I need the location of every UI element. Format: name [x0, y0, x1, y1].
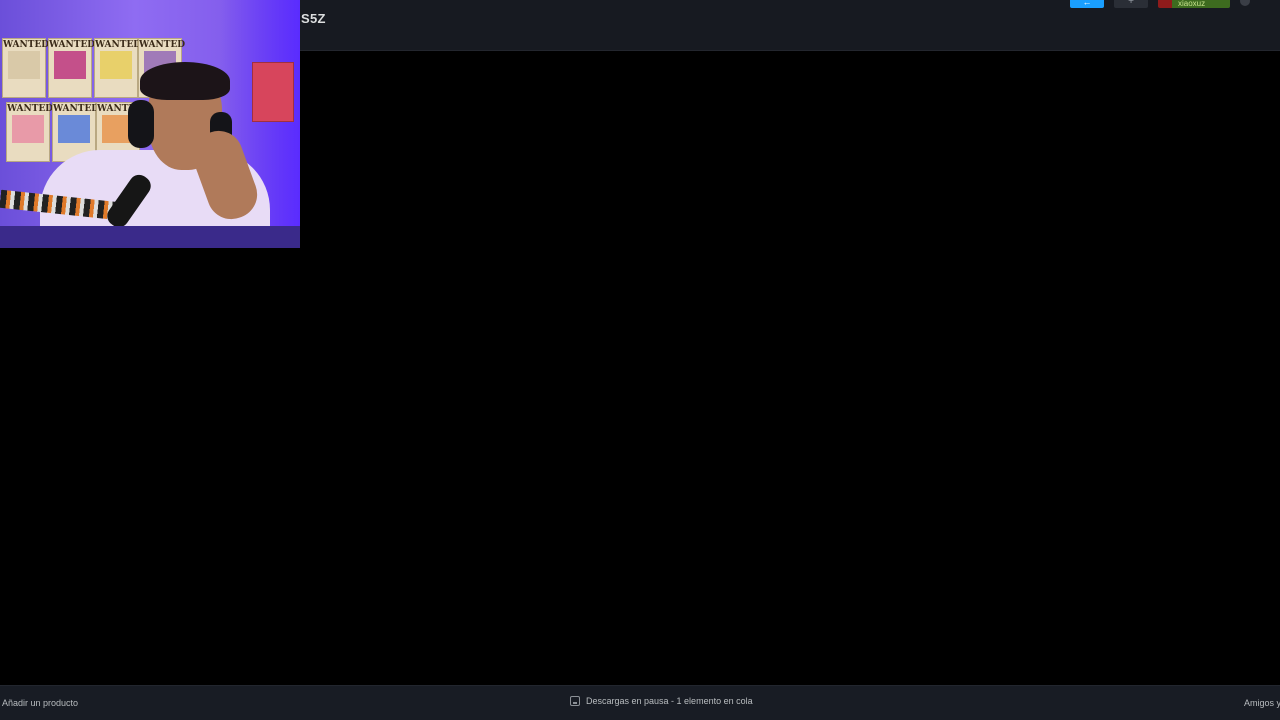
downloads-label: Descargas en pausa - 1 elemento en cola	[586, 696, 753, 706]
page-title: S5Z	[301, 11, 326, 26]
add-product-button[interactable]: Añadir un producto	[2, 698, 78, 708]
back-icon: ←	[1082, 0, 1092, 7]
add-button[interactable]: +	[1114, 0, 1148, 8]
headphones-icon	[128, 100, 154, 148]
top-actions: ← + xiaoxuz	[1070, 0, 1250, 8]
side-poster	[252, 62, 294, 122]
add-icon: +	[1128, 0, 1134, 7]
downloads-status[interactable]: Descargas en pausa - 1 elemento en cola	[570, 696, 753, 706]
desk	[0, 226, 300, 248]
downloads-icon	[570, 696, 580, 706]
user-menu[interactable]: xiaoxuz	[1158, 0, 1230, 8]
wanted-poster: WANTED	[94, 38, 141, 98]
bottom-bar: Añadir un producto Descargas en pausa - …	[0, 685, 1280, 720]
wanted-poster: WANTED	[2, 38, 49, 98]
webcam-overlay: WANTED WANTED WANTED WANTED WANTED WANTE…	[0, 0, 300, 248]
wanted-poster: WANTED	[48, 38, 95, 98]
avatar-icon	[1158, 0, 1172, 8]
friends-chat-button[interactable]: Amigos y chat	[1244, 698, 1280, 708]
back-button[interactable]: ←	[1070, 0, 1104, 8]
user-name: xiaoxuz	[1172, 0, 1230, 8]
steam-client-window: S5Z ← + xiaoxuz WANTED WANTED WANTED WAN…	[0, 0, 1280, 720]
settings-icon[interactable]	[1240, 0, 1250, 6]
streamer-hair	[140, 62, 230, 100]
wanted-poster: WANTED	[6, 102, 53, 162]
